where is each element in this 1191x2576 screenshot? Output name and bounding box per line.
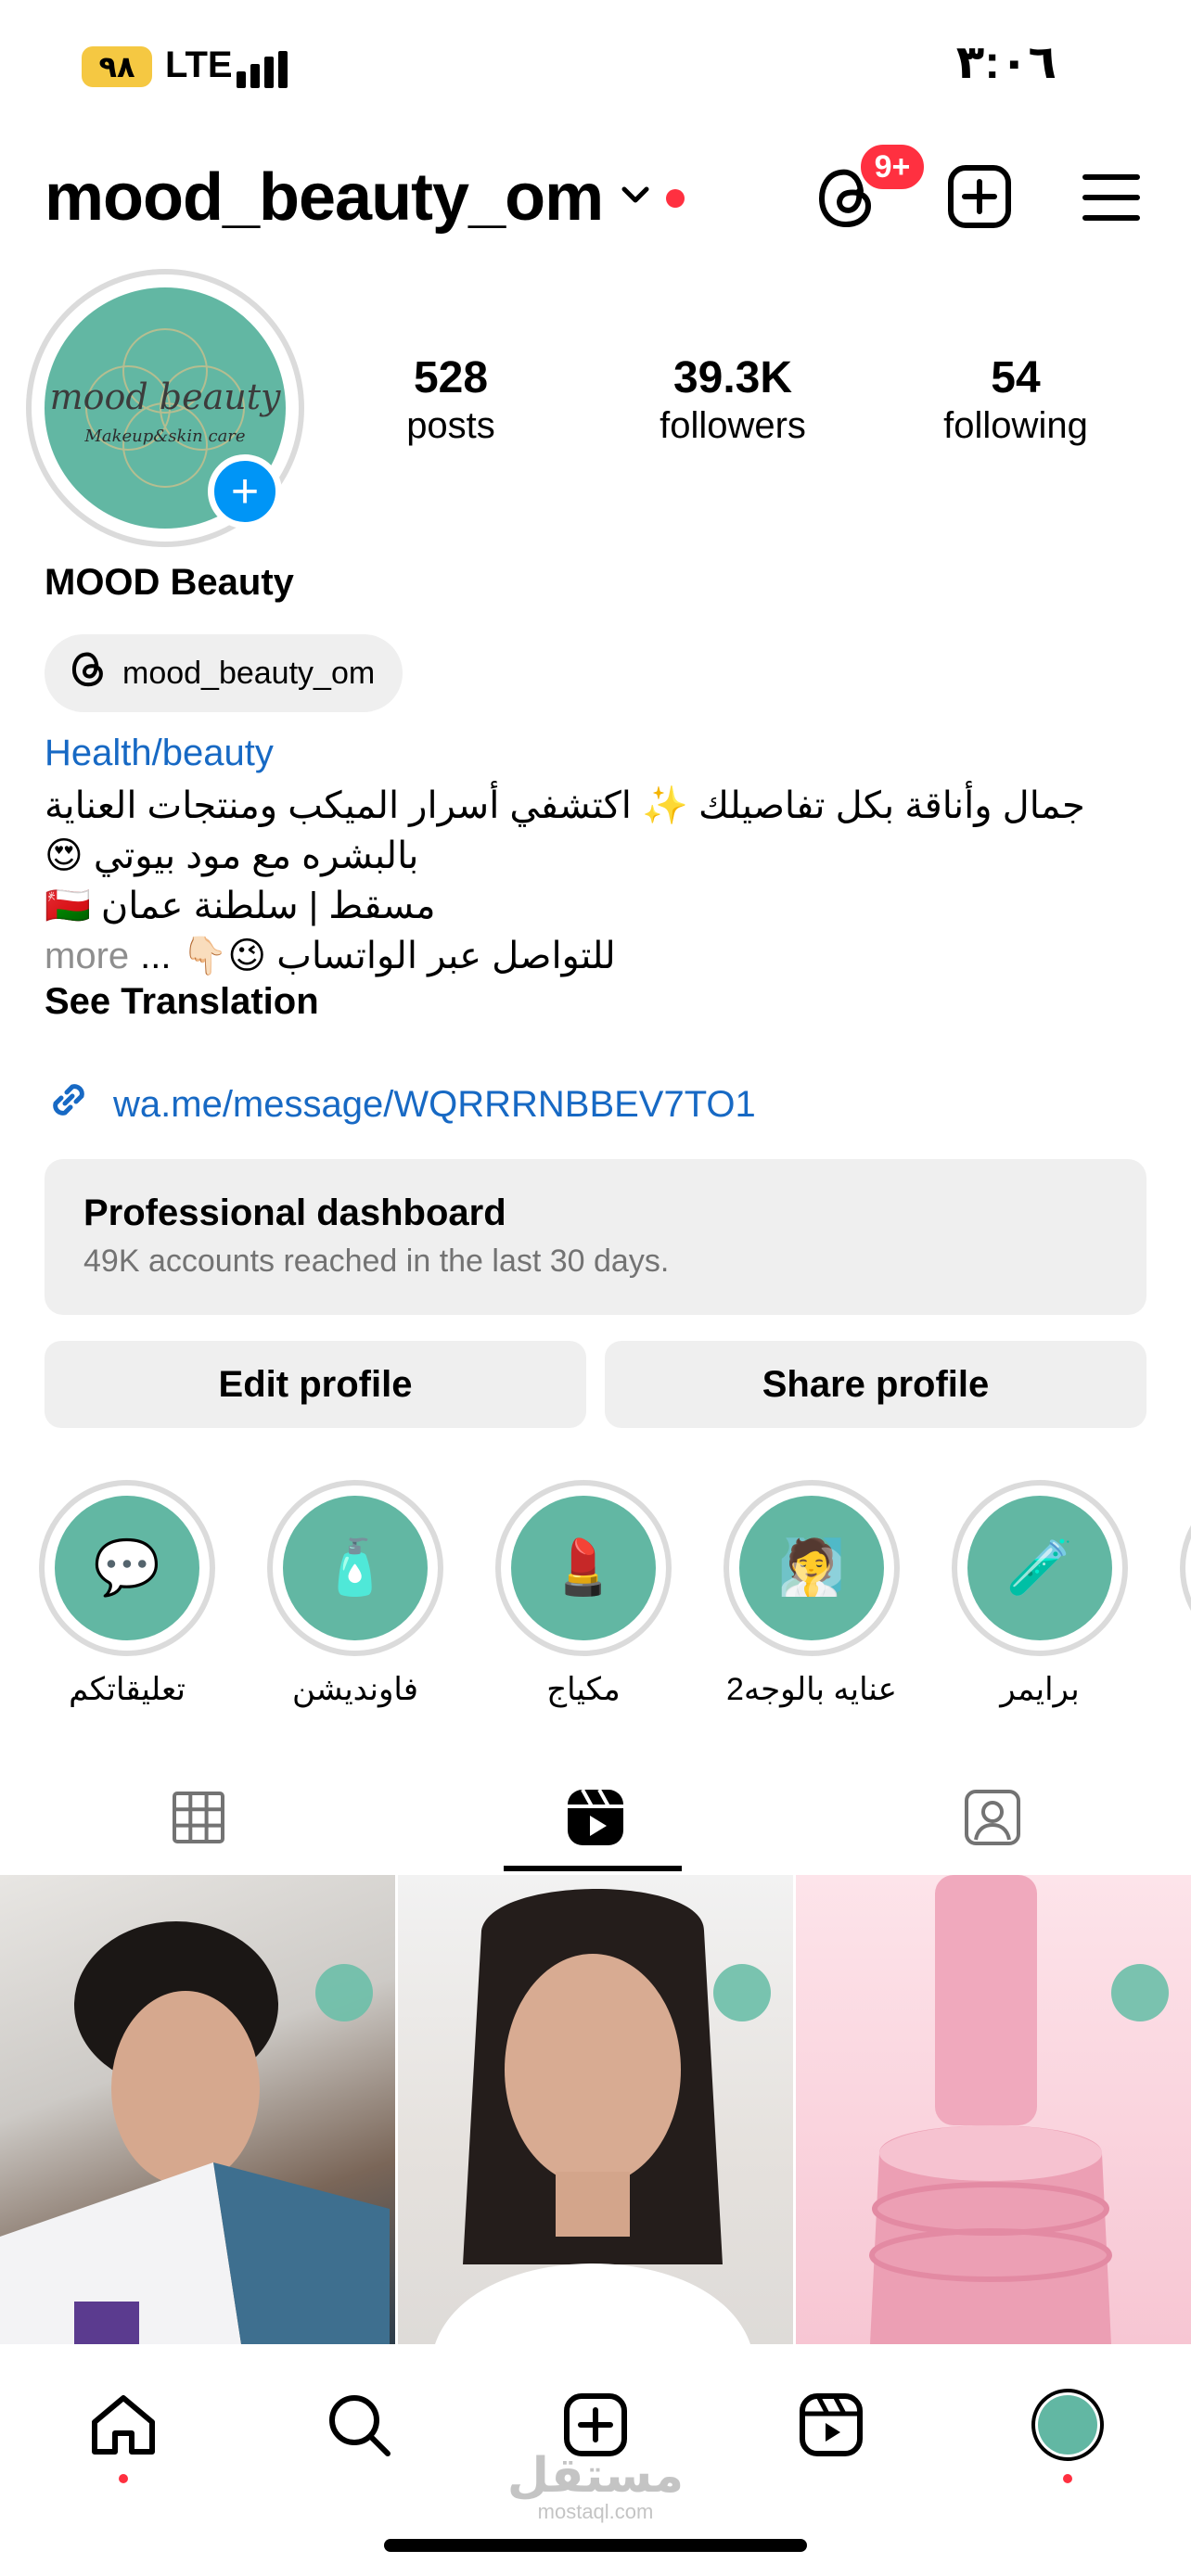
status-bar: ٩٨ LTE ٣:٠٦	[0, 0, 1191, 121]
highlight-ring: 🧪	[952, 1480, 1128, 1656]
stat-label: posts	[406, 405, 495, 446]
highlight-label: عنايه بالوجه2	[726, 1672, 897, 1707]
bio-line: جمال وأناقة بكل تفاصيلك ✨ اكتشفي أسرار ا…	[45, 785, 1085, 826]
tab-tagged[interactable]	[794, 1762, 1191, 1873]
highlight-primer[interactable]: 🧪 برايمر	[952, 1480, 1128, 1708]
grid-reel-item[interactable]	[0, 1875, 395, 2344]
network-label: LTE	[165, 45, 233, 85]
primer-tube-icon: 🧪	[967, 1496, 1112, 1640]
professional-dashboard[interactable]: Professional dashboard 49K accounts reac…	[45, 1159, 1146, 1315]
highlight-ring: 💄	[495, 1480, 672, 1656]
profile-category[interactable]: Health/beauty	[45, 733, 274, 774]
highlight-label: فاونديشن	[291, 1672, 419, 1707]
threads-profile-chip[interactable]: mood_beauty_om	[45, 634, 403, 712]
highlight-comments[interactable]: 💬 تعليقاتكم	[39, 1480, 215, 1708]
link-icon	[45, 1076, 93, 1133]
stat-number: 528	[413, 353, 489, 402]
profile-link[interactable]: wa.me/message/WQRRRNBBEV7TO1	[45, 1076, 756, 1133]
highlight-label: برايمر	[1000, 1672, 1080, 1707]
stat-number: 39.3K	[672, 353, 793, 402]
reels-icon	[568, 1789, 623, 1845]
grid-reel-item[interactable]	[398, 1875, 793, 2344]
bio-line: بالبشره مع مود بيوتي 😍	[45, 835, 419, 876]
active-tab-indicator	[504, 1866, 682, 1871]
tab-grid[interactable]	[0, 1762, 397, 1873]
stat-followers[interactable]: 39.3K followers	[612, 352, 853, 447]
see-translation-link[interactable]: See Translation	[45, 981, 319, 1023]
battery-indicator: ٩٨	[82, 46, 152, 87]
profile-bio: جمال وأناقة بكل تفاصيلك ✨ اكتشفي أسرار ا…	[45, 781, 1102, 981]
threads-handle: mood_beauty_om	[122, 655, 376, 691]
highlight-ring: 🧖	[724, 1480, 900, 1656]
home-indicator	[384, 2539, 807, 2552]
highlight-label: مكياج	[546, 1672, 621, 1707]
tab-reels[interactable]	[397, 1762, 794, 1873]
grid-icon	[173, 1792, 224, 1843]
reels-grid	[0, 1875, 1191, 2344]
stat-following[interactable]: 54 following	[895, 352, 1136, 447]
status-time: ٣:٠٦	[955, 36, 1057, 88]
highlight-makeup[interactable]: 💄 مكياج	[495, 1480, 672, 1708]
stat-label: following	[943, 405, 1088, 446]
reel-thumbnail-image	[0, 1921, 390, 2344]
highlight-ring: 🧴	[267, 1480, 443, 1656]
reel-thumbnail-image	[869, 1875, 1112, 2344]
comments-icon: 💬	[55, 1496, 199, 1640]
profile-tabs	[0, 1762, 1191, 1873]
add-story-plus-icon[interactable]: +	[208, 454, 282, 529]
account-switch-chevron-icon[interactable]	[617, 176, 654, 218]
tagged-icon	[965, 1790, 1020, 1845]
grid-reel-item[interactable]	[796, 1875, 1191, 2344]
bio-more-link[interactable]: more	[45, 931, 129, 981]
highlight-ring: 💬	[39, 1480, 215, 1656]
highlight-partial[interactable]	[1180, 1480, 1191, 1656]
face-mask-icon: 🧖	[739, 1496, 884, 1640]
profile-username[interactable]: mood_beauty_om	[45, 159, 604, 236]
menu-icon[interactable]	[1082, 172, 1141, 227]
highlight-foundation[interactable]: 🧴 فاونديشن	[267, 1480, 443, 1708]
notification-badge: 9+	[857, 141, 928, 193]
stat-number: 54	[991, 353, 1041, 402]
foundation-icon: 🧴	[283, 1496, 428, 1640]
create-post-icon[interactable]	[946, 163, 1013, 235]
new-activity-dot	[666, 189, 685, 208]
profile-link-text: wa.me/message/WQRRRNBBEV7TO1	[113, 1083, 756, 1125]
bio-line: مسقط | سلطنة عمان 🇴🇲	[45, 886, 436, 926]
edit-profile-button[interactable]: Edit profile	[45, 1341, 586, 1428]
signal-icon	[237, 51, 288, 88]
highlight-face-care[interactable]: 🧖 عنايه بالوجه2	[724, 1480, 900, 1708]
stat-label: followers	[660, 405, 806, 446]
avatar-logo-subtext: Makeup&skin care	[84, 427, 246, 446]
watermark-arabic: مستقل	[506, 2449, 685, 2503]
watermark-latin: mostaql.com	[537, 2500, 654, 2523]
stat-posts[interactable]: 528 posts	[330, 352, 571, 447]
bio-line: للتواصل عبر الواتساب 😉👇🏻 ...	[140, 936, 616, 976]
threads-icon	[69, 649, 108, 698]
highlight-label: تعليقاتكم	[69, 1672, 186, 1707]
dashboard-subtitle: 49K accounts reached in the last 30 days…	[83, 1243, 670, 1279]
reel-thumbnail-image	[435, 1889, 750, 2344]
share-profile-button[interactable]: Share profile	[605, 1341, 1146, 1428]
display-name: MOOD Beauty	[45, 562, 294, 603]
makeup-girl-icon: 💄	[511, 1496, 656, 1640]
dashboard-title: Professional dashboard	[83, 1192, 506, 1233]
avatar-logo-text: mood beauty	[49, 376, 281, 417]
